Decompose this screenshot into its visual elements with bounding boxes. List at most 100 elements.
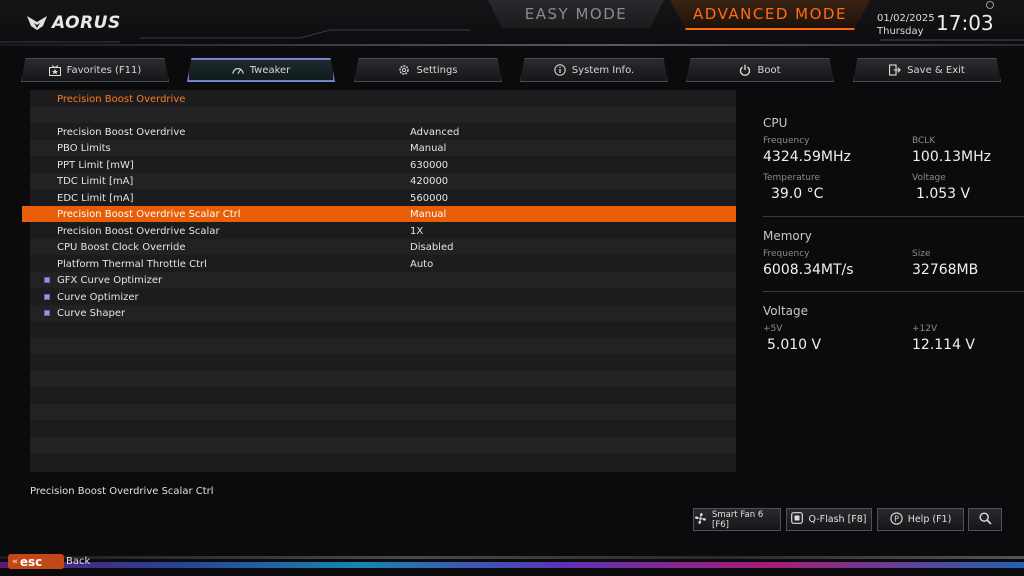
submenu-label: Curve Optimizer [57, 291, 139, 303]
double-chevron-left-icon: « [12, 556, 18, 567]
setting-row-pbo[interactable]: Precision Boost Overdrive Advanced [30, 124, 736, 140]
setting-value[interactable]: Advanced [410, 127, 459, 138]
setting-label: Precision Boost Overdrive [57, 126, 186, 138]
setting-row-tdc-limit[interactable]: TDC Limit [mA] 420000 [30, 173, 736, 189]
setting-row-thermal-throttle[interactable]: Platform Thermal Throttle Ctrl Auto [30, 256, 736, 272]
memory-frequency-label: Frequency [763, 249, 810, 259]
tab-system-info-label: System Info. [571, 64, 635, 76]
esc-label: esc [19, 554, 43, 569]
empty-row [30, 322, 736, 338]
bclk-value: 100.13MHz [912, 149, 991, 165]
esc-button[interactable]: « esc [8, 554, 64, 569]
memory-size-label: Size [912, 249, 931, 259]
submenu-bullet-icon [44, 277, 50, 283]
cpu-title: CPU [763, 116, 788, 130]
memory-title: Memory [763, 229, 812, 243]
tab-tweaker-label: Tweaker [249, 64, 291, 76]
section-header-label: Precision Boost Overdrive [57, 93, 186, 105]
setting-label: EDC Limit [mA] [57, 192, 134, 204]
empty-row [30, 437, 736, 453]
top-bar: AORUS EASY MODE ADVANCED MODE 01/02/2025… [0, 0, 1024, 50]
tab-settings-label: Settings [416, 64, 458, 76]
tab-favorites[interactable]: Favorites (F11) [21, 58, 169, 82]
cpu-frequency-value: 4324.59MHz [763, 149, 851, 165]
date-text: 01/02/2025 [877, 13, 935, 24]
power-icon [739, 64, 751, 76]
help-button[interactable]: P Help (F1) [877, 508, 964, 531]
setting-row-ppt-limit[interactable]: PPT Limit [mW] 630000 [30, 157, 736, 173]
v12-label: +12V [912, 324, 938, 334]
setting-row-pbo-scalar[interactable]: Precision Boost Overdrive Scalar 1X [30, 223, 736, 239]
section-divider [763, 216, 1024, 217]
setting-label: Precision Boost Overdrive Scalar Ctrl [57, 208, 241, 220]
tab-boot-label: Boot [757, 64, 781, 76]
submenu-gfx-curve-optimizer[interactable]: GFX Curve Optimizer [30, 272, 736, 288]
day-text: Thursday [877, 26, 924, 37]
svg-text:P: P [894, 514, 899, 523]
tab-settings[interactable]: Settings [354, 58, 502, 82]
aorus-eagle-icon [27, 16, 47, 30]
memory-frequency-value: 6008.34MT/s [763, 262, 854, 278]
gear-icon [398, 64, 410, 76]
smart-fan-button[interactable]: Smart Fan 6 [F6] [693, 508, 781, 531]
setting-label: PPT Limit [mW] [57, 159, 134, 171]
fan-icon [694, 512, 707, 528]
submenu-bullet-icon [44, 310, 50, 316]
setting-row-pbo-limits[interactable]: PBO Limits Manual [30, 140, 736, 156]
empty-row [30, 454, 736, 470]
submenu-curve-optimizer[interactable]: Curve Optimizer [30, 289, 736, 305]
setting-value[interactable]: Manual [410, 143, 446, 154]
search-icon [978, 511, 992, 528]
advanced-mode-button[interactable]: ADVANCED MODE [670, 0, 870, 30]
cpu-voltage-value: 1.053 V [916, 186, 971, 202]
time-display: 17:03 [936, 11, 994, 35]
search-button[interactable] [968, 508, 1002, 531]
favorites-icon [48, 64, 61, 76]
smart-fan-label: Smart Fan 6 [F6] [712, 509, 764, 530]
setting-value[interactable]: 630000 [410, 160, 448, 171]
setting-value[interactable]: 560000 [410, 193, 448, 204]
cpu-temperature-label: Temperature [763, 173, 821, 183]
easy-mode-button[interactable]: EASY MODE [488, 0, 664, 28]
setting-value[interactable]: 420000 [410, 176, 448, 187]
settings-dot-icon[interactable] [986, 1, 994, 9]
setting-label: PBO Limits [57, 142, 111, 154]
help-label: Help (F1) [907, 514, 952, 525]
tab-save-exit[interactable]: Save & Exit [853, 58, 1001, 82]
info-icon [554, 64, 566, 76]
setting-row-edc-limit[interactable]: EDC Limit [mA] 560000 [30, 190, 736, 206]
cpu-frequency-label: Frequency [763, 136, 810, 146]
setting-label: CPU Boost Clock Override [57, 241, 186, 253]
memory-size-value: 32768MB [912, 262, 979, 278]
tab-save-exit-label: Save & Exit [907, 64, 965, 76]
q-flash-button[interactable]: Q-Flash [F8] [786, 508, 872, 531]
tab-system-info[interactable]: System Info. [520, 58, 668, 82]
empty-row [30, 404, 736, 420]
submenu-label: GFX Curve Optimizer [57, 274, 163, 286]
exit-icon [889, 64, 902, 76]
setting-value[interactable]: Manual [410, 209, 446, 220]
setting-label: Precision Boost Overdrive Scalar [57, 225, 220, 237]
cpu-voltage-label: Voltage [912, 173, 946, 183]
v5-value: 5.010 V [767, 337, 822, 353]
empty-row [30, 388, 736, 404]
empty-row [30, 107, 736, 123]
setting-value[interactable]: Auto [410, 259, 433, 270]
help-icon: P [890, 511, 903, 528]
aorus-logo: AORUS [26, 11, 121, 35]
setting-row-pbo-scalar-ctrl[interactable]: Precision Boost Overdrive Scalar Ctrl Ma… [22, 206, 736, 222]
q-flash-label: Q-Flash [F8] [808, 514, 867, 525]
setting-row-cpu-boost-override[interactable]: CPU Boost Clock Override Disabled [30, 239, 736, 255]
back-label[interactable]: Back [66, 556, 90, 567]
setting-value[interactable]: Disabled [410, 242, 453, 253]
v5-label: +5V [763, 324, 783, 334]
chip-icon [791, 512, 804, 527]
submenu-curve-shaper[interactable]: Curve Shaper [30, 305, 736, 321]
tab-boot[interactable]: Boot [686, 58, 834, 82]
item-description: Precision Boost Overdrive Scalar Ctrl [30, 486, 214, 497]
section-header: Precision Boost Overdrive [30, 91, 736, 107]
v12-value: 12.114 V [912, 337, 976, 353]
gauge-icon [232, 64, 244, 76]
setting-value[interactable]: 1X [410, 226, 423, 237]
tab-tweaker[interactable]: Tweaker [187, 58, 335, 82]
